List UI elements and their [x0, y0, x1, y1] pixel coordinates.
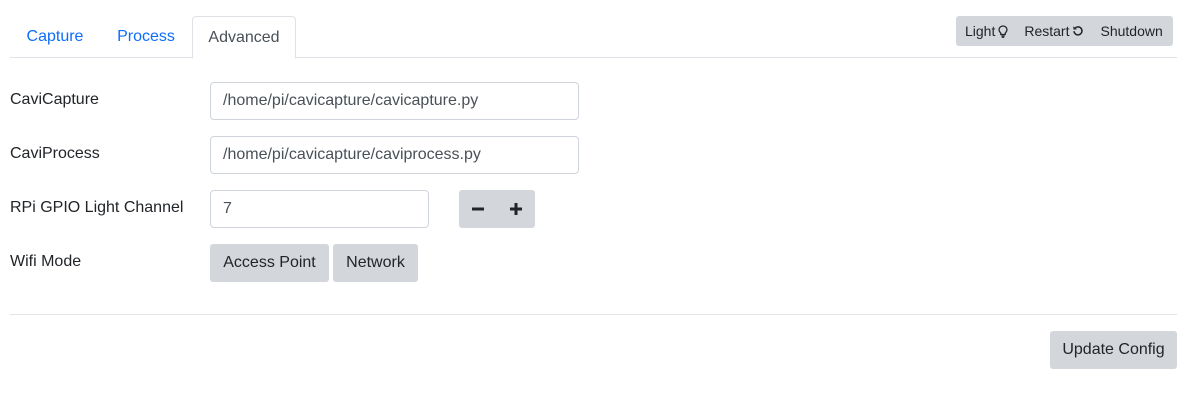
light-button[interactable]: Light	[956, 16, 1009, 46]
shutdown-button-label: Shutdown	[1100, 23, 1163, 39]
tab-process[interactable]: Process	[100, 16, 192, 58]
wifi-mode-label: Wifi Mode	[10, 253, 82, 270]
wifi-access-point-button[interactable]: Access Point	[210, 244, 329, 282]
decrement-button[interactable]	[459, 190, 497, 228]
wifi-network-button[interactable]: Network	[333, 244, 418, 282]
shutdown-button[interactable]: Shutdown	[1084, 16, 1162, 46]
plus-icon	[510, 203, 522, 215]
update-config-button[interactable]: Update Config	[1050, 331, 1177, 369]
lightbulb-icon	[998, 24, 1009, 38]
increment-button[interactable]	[497, 190, 535, 228]
restart-button-label: Restart	[1024, 23, 1070, 39]
caviprocess-label: CaviProcess	[10, 145, 100, 162]
minus-icon	[472, 207, 484, 211]
system-button-group: Light Restart Shutdown	[956, 16, 1173, 46]
light-button-label: Light	[965, 23, 996, 39]
gpio-light-channel-label: RPi GPIO Light Channel	[10, 199, 184, 216]
cavicapture-label: CaviCapture	[10, 91, 99, 108]
restart-icon	[1073, 26, 1084, 36]
cavicapture-path-input[interactable]	[210, 82, 579, 120]
tab-capture[interactable]: Capture	[10, 16, 100, 58]
restart-button[interactable]: Restart	[1008, 16, 1084, 46]
divider	[10, 314, 1177, 315]
caviprocess-path-input[interactable]	[210, 136, 579, 174]
gpio-stepper	[459, 190, 535, 228]
gpio-light-channel-input[interactable]	[210, 190, 429, 228]
tab-advanced[interactable]: Advanced	[192, 16, 296, 59]
